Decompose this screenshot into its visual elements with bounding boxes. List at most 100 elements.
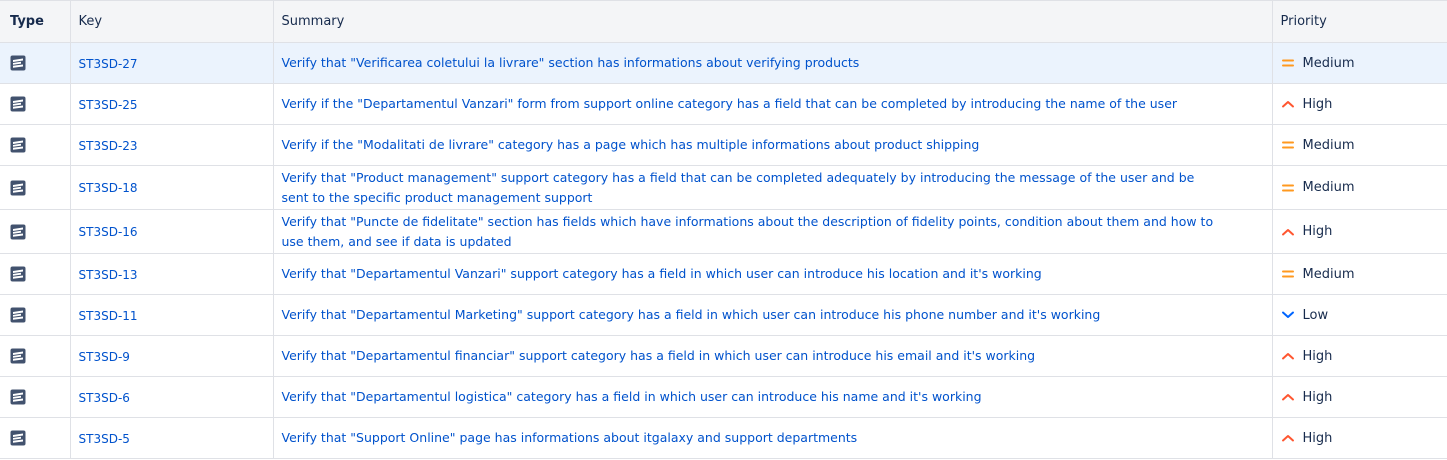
summary-cell: Verify that "Departamentul Vanzari" supp…: [273, 253, 1273, 295]
issue-key-link[interactable]: ST3SD-23: [79, 139, 138, 153]
high-priority-icon: [1281, 431, 1295, 445]
high-priority-icon: [1281, 349, 1295, 363]
type-cell: [0, 42, 71, 84]
key-cell: ST3SD-27: [70, 42, 274, 84]
priority-cell: High: [1272, 335, 1447, 377]
issue-summary-link[interactable]: Verify that "Departamentul financiar" su…: [282, 346, 1076, 366]
summary-cell: Verify that "Verificarea coletului la li…: [273, 42, 1273, 84]
summary-cell: Verify that "Departamentul logistica" ca…: [273, 376, 1273, 418]
issue-summary-link[interactable]: Verify that "Departamentul Vanzari" supp…: [282, 264, 1082, 284]
table-row[interactable]: ST3SD-9 Verify that "Departamentul financ…: [0, 335, 1447, 377]
issue-key-link[interactable]: ST3SD-11: [79, 309, 138, 323]
test-issue-icon[interactable]: [10, 266, 26, 282]
issue-summary-link[interactable]: Verify if the "Modalitati de livrare" ca…: [282, 135, 1020, 155]
high-priority-icon: [1281, 225, 1295, 239]
table-row[interactable]: ST3SD-16 Verify that "Puncte de fidelitat…: [0, 209, 1447, 254]
table-row[interactable]: ST3SD-18 Verify that "Product management"…: [0, 165, 1447, 210]
issue-key-link[interactable]: ST3SD-13: [79, 268, 138, 282]
priority-cell: High: [1272, 376, 1447, 418]
priority-label: Medium: [1302, 266, 1355, 282]
priority-label: High: [1302, 430, 1333, 446]
issues-table: Type Key Summary Priority ST3SD-27 Verify…: [0, 0, 1447, 459]
type-cell: [0, 335, 71, 377]
table-row[interactable]: ST3SD-27 Verify that "Verificarea coletul…: [0, 42, 1447, 84]
key-cell: ST3SD-25: [70, 83, 274, 125]
test-issue-icon[interactable]: [10, 348, 26, 364]
priority-cell: Medium: [1272, 124, 1447, 166]
issue-summary-link[interactable]: Verify that "Support Online" page has in…: [282, 428, 898, 448]
key-cell: ST3SD-5: [70, 417, 274, 459]
table-row[interactable]: ST3SD-23 Verify if the "Modalitati de liv…: [0, 124, 1447, 166]
key-cell: ST3SD-6: [70, 376, 274, 418]
priority-label: Medium: [1302, 55, 1355, 71]
issue-summary-link[interactable]: Verify that "Verificarea coletului la li…: [282, 53, 900, 73]
priority-label: High: [1302, 348, 1333, 364]
type-cell: [0, 417, 71, 459]
table-row[interactable]: ST3SD-11 Verify that "Departamentul Marke…: [0, 294, 1447, 336]
test-issue-icon[interactable]: [10, 224, 26, 240]
key-cell: ST3SD-23: [70, 124, 274, 166]
medium-priority-icon: [1281, 181, 1295, 195]
type-cell: [0, 294, 71, 336]
issue-key-link[interactable]: ST3SD-18: [79, 181, 138, 195]
issue-key-link[interactable]: ST3SD-5: [79, 432, 130, 446]
summary-cell: Verify that "Support Online" page has in…: [273, 417, 1273, 459]
table-row[interactable]: ST3SD-25 Verify if the "Departamentul Van…: [0, 83, 1447, 125]
priority-cell: High: [1272, 83, 1447, 125]
test-issue-icon[interactable]: [10, 307, 26, 323]
test-issue-icon[interactable]: [10, 389, 26, 405]
issue-key-link[interactable]: ST3SD-27: [79, 57, 138, 71]
high-priority-icon: [1281, 97, 1295, 111]
key-cell: ST3SD-11: [70, 294, 274, 336]
priority-label: High: [1302, 389, 1333, 405]
test-issue-icon[interactable]: [10, 96, 26, 112]
table-row[interactable]: ST3SD-6 Verify that "Departamentul logist…: [0, 376, 1447, 418]
priority-cell: Low: [1272, 294, 1447, 336]
priority-label: Medium: [1302, 137, 1355, 153]
test-issue-icon[interactable]: [10, 430, 26, 446]
table-row[interactable]: ST3SD-13 Verify that "Departamentul Vanza…: [0, 253, 1447, 295]
issue-summary-link[interactable]: Verify that "Puncte de fidelitate" secti…: [282, 212, 1264, 252]
issue-summary-link[interactable]: Verify that "Departamentul Marketing" su…: [282, 305, 1141, 325]
key-column-header[interactable]: Key: [70, 0, 274, 43]
priority-label: Low: [1302, 307, 1329, 323]
priority-cell: High: [1272, 417, 1447, 459]
header-row: Type Key Summary Priority: [0, 0, 1447, 43]
priority-label: High: [1302, 224, 1333, 239]
type-column-header[interactable]: Type: [0, 0, 71, 43]
type-cell: [0, 376, 71, 418]
type-cell: [0, 124, 71, 166]
type-cell: [0, 165, 71, 210]
summary-cell: Verify that "Departamentul financiar" su…: [273, 335, 1273, 377]
issue-summary-link[interactable]: Verify that "Product management" support…: [282, 168, 1264, 208]
issue-summary-link[interactable]: Verify if the "Departamentul Vanzari" fo…: [282, 94, 1218, 114]
key-cell: ST3SD-18: [70, 165, 274, 210]
issue-key-link[interactable]: ST3SD-16: [79, 225, 138, 239]
medium-priority-icon: [1281, 56, 1295, 70]
type-cell: [0, 209, 71, 254]
low-priority-icon: [1281, 308, 1295, 322]
test-issue-icon[interactable]: [10, 55, 26, 71]
summary-cell: Verify that "Puncte de fidelitate" secti…: [273, 209, 1273, 254]
summary-cell: Verify that "Product management" support…: [273, 165, 1273, 210]
priority-cell: Medium: [1272, 165, 1447, 210]
summary-column-header[interactable]: Summary: [273, 0, 1273, 43]
issue-summary-link[interactable]: Verify that "Departamentul logistica" ca…: [282, 387, 1022, 407]
priority-label: Medium: [1302, 180, 1355, 195]
key-cell: ST3SD-13: [70, 253, 274, 295]
high-priority-icon: [1281, 390, 1295, 404]
priority-cell: Medium: [1272, 253, 1447, 295]
issue-key-link[interactable]: ST3SD-25: [79, 98, 138, 112]
summary-cell: Verify if the "Modalitati de livrare" ca…: [273, 124, 1273, 166]
test-issue-icon[interactable]: [10, 180, 26, 196]
priority-column-header[interactable]: Priority: [1272, 0, 1447, 43]
priority-cell: Medium: [1272, 42, 1447, 84]
table-row[interactable]: ST3SD-5 Verify that "Support Online" page…: [0, 417, 1447, 459]
issue-key-link[interactable]: ST3SD-9: [79, 350, 130, 364]
type-cell: [0, 83, 71, 125]
priority-label: High: [1302, 96, 1333, 112]
summary-cell: Verify if the "Departamentul Vanzari" fo…: [273, 83, 1273, 125]
priority-cell: High: [1272, 209, 1447, 254]
test-issue-icon[interactable]: [10, 137, 26, 153]
issue-key-link[interactable]: ST3SD-6: [79, 391, 130, 405]
